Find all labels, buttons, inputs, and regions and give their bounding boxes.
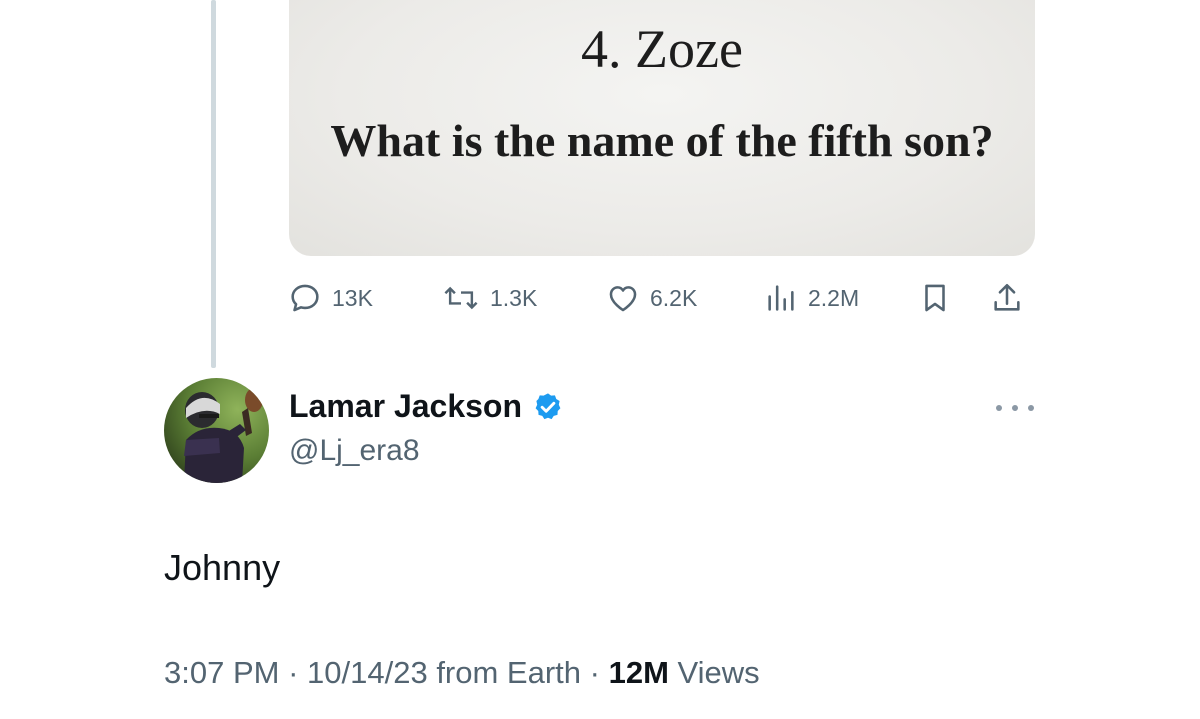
verified-badge-icon: [535, 392, 561, 419]
reply-icon: [291, 284, 319, 312]
more-options-button[interactable]: [996, 396, 1034, 420]
repost-icon: [444, 286, 478, 310]
tweet-views-count: 12M: [608, 655, 669, 690]
repost-count: 1.3K: [490, 284, 538, 311]
bookmark-button[interactable]: [918, 278, 952, 318]
media-text-line1: 4. Zoze: [581, 19, 743, 79]
thread-connector-line: [211, 0, 216, 368]
bookmark-icon: [925, 284, 945, 312]
tweet-time[interactable]: 3:07 PM: [164, 655, 279, 691]
meta-space: [428, 655, 437, 691]
views-button[interactable]: 2.2M: [764, 278, 859, 318]
heart-icon: [609, 286, 637, 312]
media-text-line2: What is the name of the fifth son?: [330, 115, 994, 166]
tweet-date[interactable]: 10/14/23: [307, 655, 428, 691]
tweet-text: Johnny: [164, 547, 281, 588]
reply-count: 13K: [332, 284, 373, 311]
meta-space: [669, 655, 678, 691]
avatar-photo: [164, 378, 269, 483]
views-count: 2.2M: [808, 284, 860, 311]
more-dots-icon: [1012, 405, 1018, 411]
tweet-source: from Earth: [436, 655, 582, 690]
author-handle[interactable]: @Lj_era8: [289, 434, 420, 468]
repost-button[interactable]: 1.3K: [442, 278, 537, 318]
share-button[interactable]: [990, 278, 1024, 318]
meta-separator: ·: [279, 655, 308, 690]
tweet-action-bar: 13K 1.3K 6.2K 2.2M: [288, 278, 1033, 318]
author-name-row[interactable]: Lamar Jackson: [289, 388, 564, 425]
tweet-metadata: 3:07 PM · 10/14/23 from Earth · 12M View…: [164, 655, 760, 691]
more-dots-icon: [996, 405, 1002, 411]
reply-button[interactable]: 13K: [288, 278, 373, 318]
tweet-views-label: Views: [677, 655, 760, 690]
tweet-media-image[interactable]: 4. Zoze What is the name of the fifth so…: [289, 0, 1035, 256]
analytics-icon: [768, 285, 794, 311]
meta-separator: ·: [581, 655, 609, 690]
avatar[interactable]: [164, 378, 269, 483]
like-count: 6.2K: [650, 284, 698, 311]
share-icon: [994, 283, 1020, 311]
like-button[interactable]: 6.2K: [606, 278, 697, 318]
more-dots-icon: [1028, 405, 1034, 411]
author-display-name[interactable]: Lamar Jackson: [289, 388, 522, 425]
